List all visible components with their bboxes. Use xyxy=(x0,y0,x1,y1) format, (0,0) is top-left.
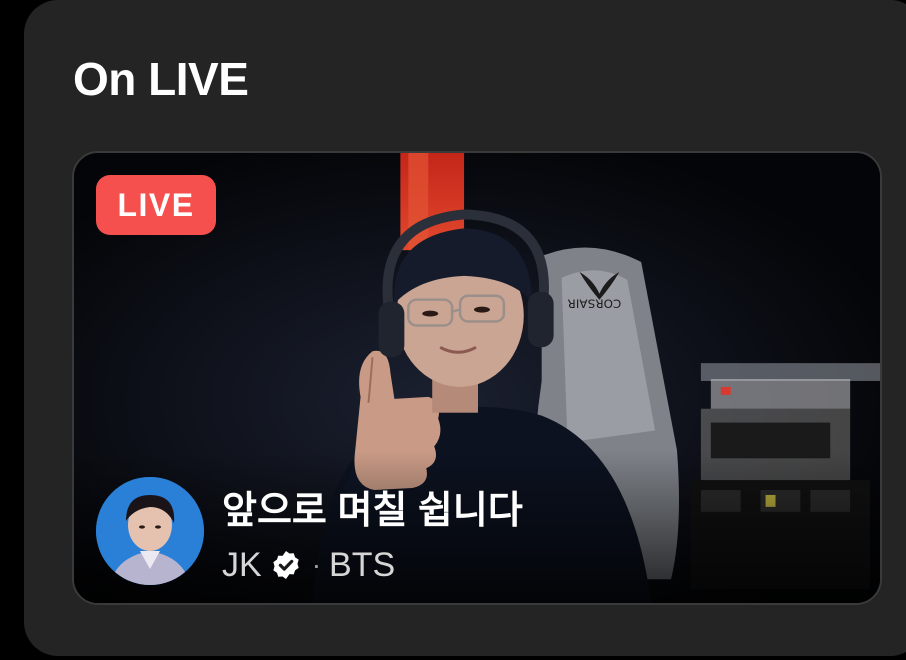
meta-separator: · xyxy=(311,549,322,580)
verified-badge-icon xyxy=(273,551,299,579)
live-badge: LIVE xyxy=(96,175,216,235)
group-name[interactable]: BTS xyxy=(329,546,395,585)
stream-meta: JK · BTS xyxy=(222,543,395,587)
artist-name[interactable]: JK xyxy=(222,546,262,585)
live-stream-card[interactable]: CORSAIR LIVE 앞으로 며칠 쉽니다 JK · BTS xyxy=(72,151,882,605)
artist-avatar[interactable] xyxy=(96,477,204,585)
section-title: On LIVE xyxy=(73,53,249,105)
avatar-image xyxy=(96,477,204,585)
stream-title[interactable]: 앞으로 며칠 쉽니다 xyxy=(222,479,523,534)
svg-text:CORSAIR: CORSAIR xyxy=(568,297,622,311)
